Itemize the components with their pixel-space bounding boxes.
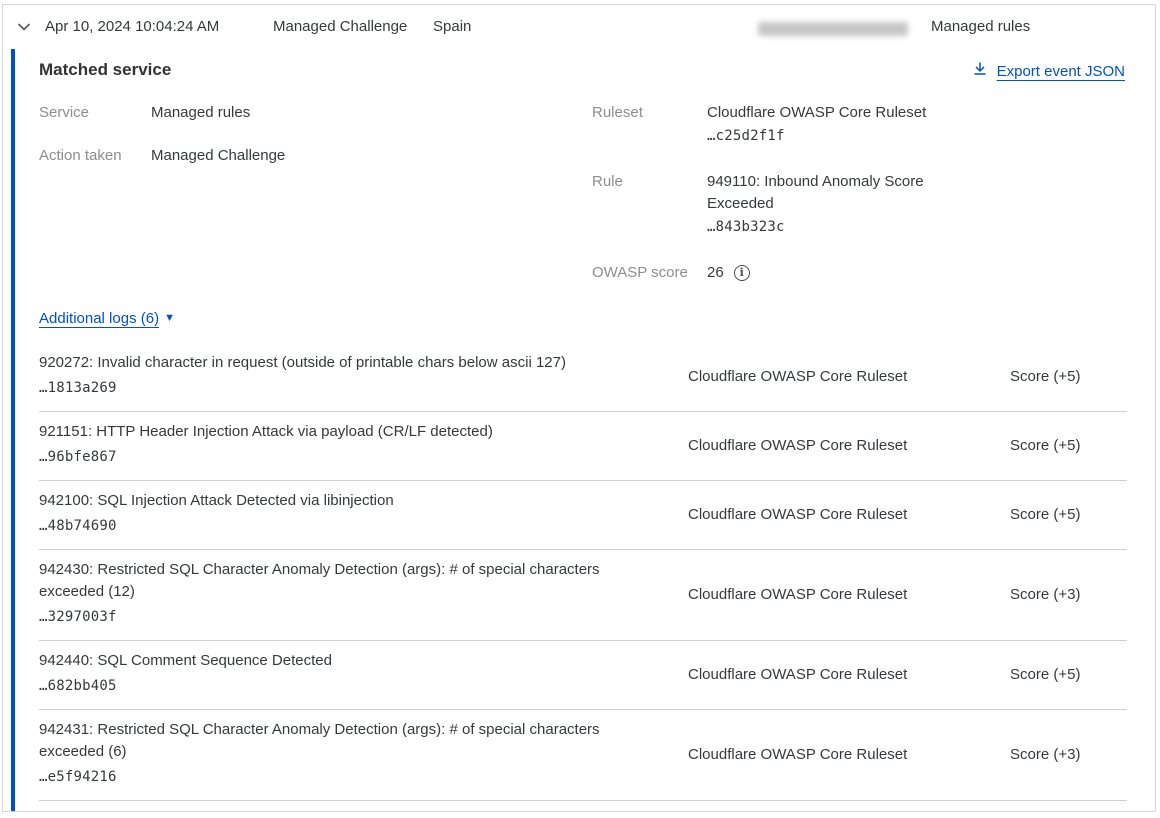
log-ruleset-cell: Cloudflare OWASP Core Ruleset — [688, 368, 1010, 385]
log-rule-description: 942430: Restricted SQL Character Anomaly… — [39, 559, 644, 603]
log-rule-description: 942100: SQL Injection Attack Detected vi… — [39, 490, 644, 512]
log-score-cell: Score (+5) — [1010, 437, 1127, 454]
additional-logs-table: 920272: Invalid character in request (ou… — [39, 343, 1127, 801]
detail-fields-left: Service Managed rules Action taken Manag… — [39, 102, 559, 188]
log-rule-description: 921151: HTTP Header Injection Attack via… — [39, 421, 644, 443]
log-rule-cell: 921151: HTTP Header Injection Attack via… — [39, 421, 688, 470]
expanded-row-accent-bar — [11, 49, 15, 811]
log-rule-description: 942440: SQL Comment Sequence Detected — [39, 650, 644, 672]
event-detail-panel: Apr 10, 2024 10:04:24 AM Managed Challen… — [2, 4, 1156, 812]
log-score-cell: Score (+5) — [1010, 666, 1127, 683]
event-action: Managed Challenge — [273, 18, 407, 35]
ruleset-field: Ruleset Cloudflare OWASP Core Ruleset …c… — [592, 102, 1032, 149]
service-label: Service — [39, 102, 151, 124]
export-event-json-label: Export event JSON — [997, 63, 1125, 80]
log-row: 942430: Restricted SQL Character Anomaly… — [39, 550, 1127, 641]
export-event-json-link[interactable]: Export event JSON — [972, 61, 1125, 81]
log-rule-cell: 942100: SQL Injection Attack Detected vi… — [39, 490, 688, 539]
event-country: Spain — [433, 18, 471, 35]
log-rule-cell: 942431: Restricted SQL Character Anomaly… — [39, 719, 688, 790]
log-row: 942100: SQL Injection Attack Detected vi… — [39, 481, 1127, 550]
log-score-cell: Score (+3) — [1010, 586, 1127, 603]
log-rule-id: …96bfe867 — [39, 445, 688, 470]
rule-name: 949110: Inbound Anomaly Score Exceeded — [707, 173, 924, 212]
rule-field: Rule 949110: Inbound Anomaly Score Excee… — [592, 171, 1032, 240]
log-score-cell: Score (+5) — [1010, 368, 1127, 385]
triangle-down-icon: ▼ — [164, 313, 175, 324]
additional-logs-toggle[interactable]: Additional logs (6) ▼ — [39, 310, 175, 327]
owasp-score-label: OWASP score — [592, 262, 707, 284]
log-row: 921151: HTTP Header Injection Attack via… — [39, 412, 1127, 481]
event-summary-row[interactable]: Apr 10, 2024 10:04:24 AM Managed Challen… — [3, 5, 1155, 49]
rule-id: …843b323c — [707, 215, 947, 240]
owasp-score-value: 26 — [707, 262, 724, 284]
log-ruleset-cell: Cloudflare OWASP Core Ruleset — [688, 586, 1010, 603]
event-timestamp: Apr 10, 2024 10:04:24 AM — [45, 18, 219, 35]
log-rule-id: …48b74690 — [39, 514, 688, 539]
log-row: 942440: SQL Comment Sequence Detected …6… — [39, 641, 1127, 710]
ruleset-value: Cloudflare OWASP Core Ruleset …c25d2f1f — [707, 102, 947, 149]
log-score-cell: Score (+5) — [1010, 506, 1127, 523]
chevron-down-icon[interactable] — [16, 19, 32, 35]
action-taken-label: Action taken — [39, 145, 151, 167]
log-rule-cell: 942430: Restricted SQL Character Anomaly… — [39, 559, 688, 630]
log-rule-cell: 942440: SQL Comment Sequence Detected …6… — [39, 650, 688, 699]
log-rule-id: …3297003f — [39, 605, 688, 630]
service-value: Managed rules — [151, 102, 250, 124]
additional-logs-label: Additional logs (6) — [39, 310, 159, 327]
log-rule-description: 920272: Invalid character in request (ou… — [39, 352, 644, 374]
log-ruleset-cell: Cloudflare OWASP Core Ruleset — [688, 437, 1010, 454]
log-row: 920272: Invalid character in request (ou… — [39, 343, 1127, 412]
matched-service-title: Matched service — [39, 60, 171, 80]
log-ruleset-cell: Cloudflare OWASP Core Ruleset — [688, 666, 1010, 683]
ruleset-id: …c25d2f1f — [707, 124, 947, 149]
info-icon[interactable]: i — [734, 265, 750, 281]
rule-label: Rule — [592, 171, 707, 240]
ruleset-name: Cloudflare OWASP Core Ruleset — [707, 104, 926, 121]
event-service: Managed rules — [931, 18, 1030, 35]
ruleset-label: Ruleset — [592, 102, 707, 149]
download-icon — [972, 61, 988, 81]
log-rule-id: …e5f94216 — [39, 765, 688, 790]
action-taken-value: Managed Challenge — [151, 145, 285, 167]
log-ruleset-cell: Cloudflare OWASP Core Ruleset — [688, 746, 1010, 763]
log-rule-cell: 920272: Invalid character in request (ou… — [39, 352, 688, 401]
log-score-cell: Score (+3) — [1010, 746, 1127, 763]
detail-fields-right: Ruleset Cloudflare OWASP Core Ruleset …c… — [592, 102, 1032, 306]
owasp-score-value-wrap: 26 i — [707, 262, 947, 284]
log-rule-id: …682bb405 — [39, 674, 688, 699]
owasp-score-field: OWASP score 26 i — [592, 262, 1032, 284]
rule-value: 949110: Inbound Anomaly Score Exceeded …… — [707, 171, 947, 240]
log-row: 942431: Restricted SQL Character Anomaly… — [39, 710, 1127, 801]
service-field: Service Managed rules — [39, 102, 559, 124]
log-rule-description: 942431: Restricted SQL Character Anomaly… — [39, 719, 644, 763]
log-ruleset-cell: Cloudflare OWASP Core Ruleset — [688, 506, 1010, 523]
action-taken-field: Action taken Managed Challenge — [39, 145, 559, 167]
log-rule-id: …1813a269 — [39, 376, 688, 401]
redacted-value — [758, 22, 908, 36]
